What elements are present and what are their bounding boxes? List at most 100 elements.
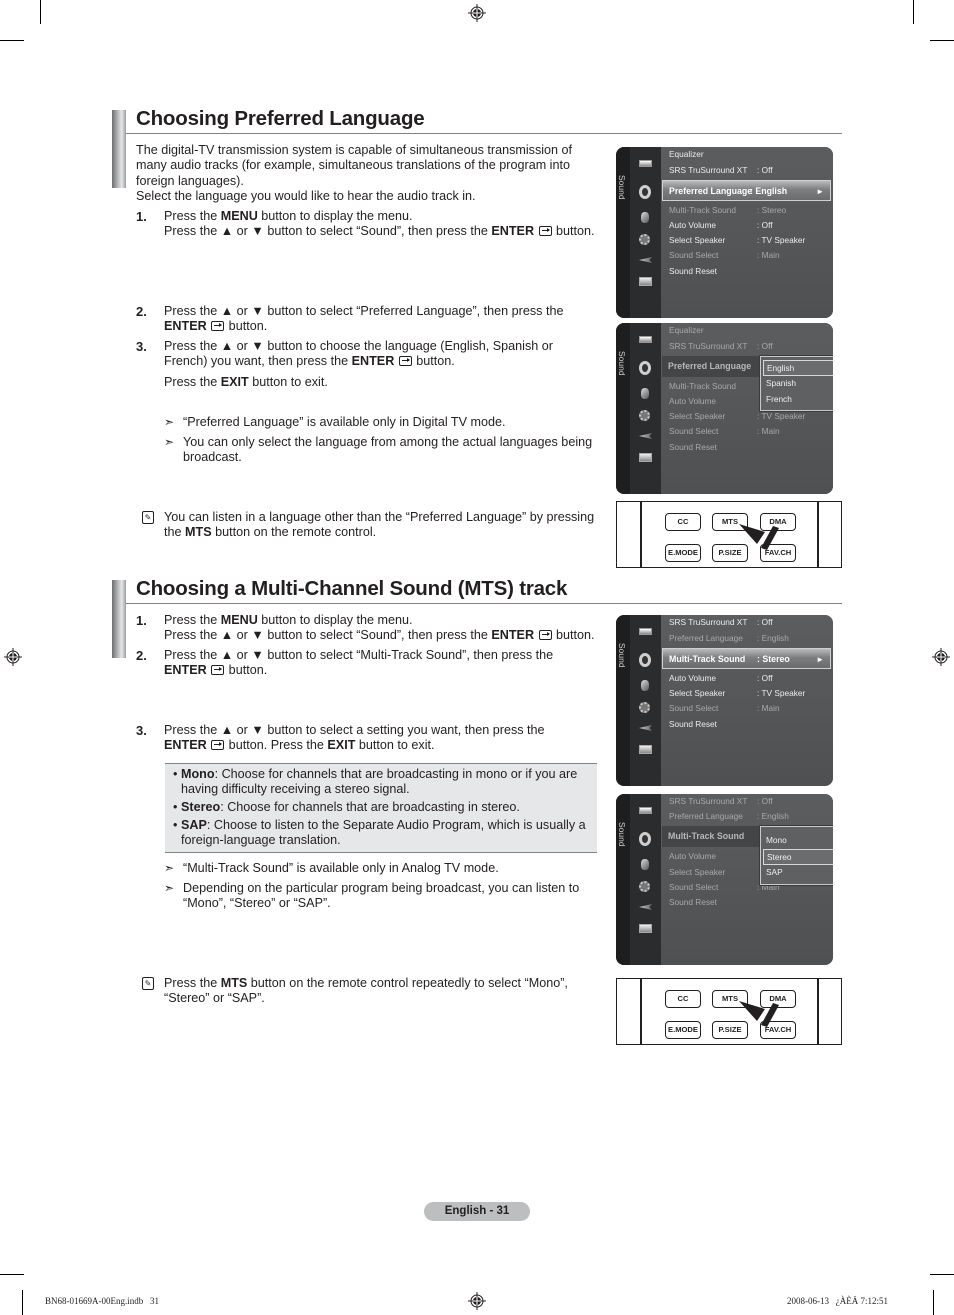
menu-item-select-speaker[interactable]: Select Speaker: TV Speaker bbox=[669, 409, 833, 424]
setup-icon[interactable] bbox=[639, 410, 650, 421]
sound-icon[interactable] bbox=[639, 653, 651, 667]
menu-category-label: Sound bbox=[617, 643, 627, 668]
emode-button[interactable]: E.MODE bbox=[665, 544, 701, 562]
menu-item-srs[interactable]: SRS TruSurround XT: Off bbox=[669, 794, 833, 809]
crop-mark bbox=[933, 1290, 934, 1315]
section-title: Choosing Preferred Language bbox=[136, 107, 425, 130]
menu-item-sound-reset[interactable]: Sound Reset bbox=[669, 895, 833, 910]
remote-control-diagram: CC MTS DMA E.MODE P.SIZE FAV.CH bbox=[616, 501, 842, 568]
sound-icon[interactable] bbox=[639, 185, 651, 199]
option-stereo: • Stereo: Choose for channels that are b… bbox=[173, 800, 520, 814]
pointer-arrow-icon bbox=[739, 1001, 779, 1027]
cc-button[interactable]: CC bbox=[665, 513, 701, 531]
option-mono: • Mono: Choose for channels that are bro… bbox=[173, 767, 578, 797]
channel-icon[interactable] bbox=[641, 680, 649, 691]
menu-item-auto-volume[interactable]: Auto Volume: Off bbox=[669, 671, 833, 686]
menu-item-preferred-language[interactable]: Preferred Language: English ► bbox=[662, 180, 831, 201]
dropdown-option-spanish[interactable]: Spanish bbox=[763, 376, 833, 392]
remote-edge bbox=[817, 979, 819, 1044]
menu-item-equalizer[interactable]: Equalizer bbox=[669, 147, 833, 162]
enter-icon bbox=[538, 226, 552, 237]
tv-menu-screen: Sound SRS TruSurround XT: Off Preferred … bbox=[616, 615, 833, 786]
options-box: • Mono: Choose for channels that are bro… bbox=[165, 763, 597, 853]
setup-icon[interactable] bbox=[639, 234, 650, 245]
memo-note: Press the MTS button on the remote contr… bbox=[164, 976, 568, 1006]
dropdown-option-stereo[interactable]: Stereo bbox=[763, 849, 833, 865]
picture-icon[interactable] bbox=[639, 807, 652, 814]
section-bar bbox=[112, 110, 126, 188]
registration-mark-icon bbox=[468, 1292, 486, 1310]
remote-edge bbox=[817, 502, 819, 567]
menu-item-srs[interactable]: SRS TruSurround XT: Off bbox=[669, 339, 833, 354]
menu-item-sound-reset[interactable]: Sound Reset bbox=[669, 440, 833, 455]
menu-item-srs[interactable]: SRS TruSurround XT: Off bbox=[669, 615, 833, 630]
enter-icon bbox=[211, 321, 225, 332]
language-dropdown[interactable]: English Spanish French bbox=[760, 356, 833, 411]
setup-icon[interactable] bbox=[639, 702, 650, 713]
dropdown-option-sap[interactable]: SAP bbox=[763, 865, 833, 881]
page-number: English - 31 bbox=[424, 1202, 530, 1221]
picture-icon[interactable] bbox=[639, 160, 652, 167]
input-icon[interactable] bbox=[639, 725, 652, 731]
menu-item-srs[interactable]: SRS TruSurround XT: Off bbox=[669, 163, 833, 178]
application-icon[interactable] bbox=[639, 924, 652, 933]
dropdown-option-mono[interactable]: Mono bbox=[763, 833, 833, 849]
tv-menu-screen: Sound Equalizer SRS TruSurround XT: Off … bbox=[616, 323, 833, 494]
dropdown-option-french[interactable]: French bbox=[763, 392, 833, 408]
emode-button[interactable]: E.MODE bbox=[665, 1021, 701, 1039]
intro-text: The digital-TV transmission system is ca… bbox=[136, 143, 573, 188]
crop-mark bbox=[22, 1290, 23, 1315]
menu-side-strip: Sound bbox=[616, 323, 630, 494]
input-icon[interactable] bbox=[639, 257, 652, 263]
enter-icon bbox=[211, 740, 225, 751]
step-number: 3. bbox=[136, 339, 147, 354]
setup-icon[interactable] bbox=[639, 881, 650, 892]
input-icon[interactable] bbox=[639, 904, 652, 910]
crop-mark bbox=[0, 1274, 24, 1275]
registration-mark-icon bbox=[4, 648, 22, 666]
step-2: Press the ▲ or ▼ button to select “Prefe… bbox=[164, 304, 564, 334]
application-icon[interactable] bbox=[639, 745, 652, 754]
sound-icon[interactable] bbox=[639, 832, 651, 846]
step-number: 3. bbox=[136, 723, 147, 738]
menu-category-label: Sound bbox=[617, 351, 627, 376]
cc-button[interactable]: CC bbox=[665, 990, 701, 1008]
picture-icon[interactable] bbox=[639, 336, 652, 343]
menu-side-strip: Sound bbox=[616, 147, 630, 318]
mts-dropdown[interactable]: Mono Stereo SAP bbox=[760, 826, 833, 885]
note: ➣ You can only select the language from … bbox=[164, 435, 593, 465]
menu-item-sound-select[interactable]: Sound Select: Main bbox=[669, 424, 833, 439]
menu-item-sound-reset[interactable]: Sound Reset bbox=[669, 264, 833, 279]
sound-icon[interactable] bbox=[639, 361, 651, 375]
dropdown-option-english[interactable]: English bbox=[763, 360, 833, 376]
section-rule bbox=[126, 603, 842, 604]
menu-item-multi-track[interactable]: Multi-Track Sound: Stereo bbox=[669, 203, 833, 218]
menu-item-select-speaker[interactable]: Select Speaker: TV Speaker bbox=[669, 233, 833, 248]
menu-item-select-speaker[interactable]: Select Speaker: TV Speaker bbox=[669, 686, 833, 701]
picture-icon[interactable] bbox=[639, 628, 652, 635]
note: ➣ “Preferred Language” is available only… bbox=[164, 415, 506, 429]
channel-icon[interactable] bbox=[641, 388, 649, 399]
step-3: Press the ▲ or ▼ button to choose the la… bbox=[164, 339, 553, 389]
crop-mark bbox=[930, 1274, 954, 1275]
arrow-note-icon: ➣ bbox=[164, 881, 175, 895]
menu-item-auto-volume[interactable]: Auto Volume: Off bbox=[669, 218, 833, 233]
menu-item-sound-reset[interactable]: Sound Reset bbox=[669, 717, 833, 732]
channel-icon[interactable] bbox=[641, 859, 649, 870]
memo-icon: ✎ bbox=[142, 511, 154, 524]
channel-icon[interactable] bbox=[641, 212, 649, 223]
menu-item-multi-track[interactable]: Multi-Track Sound: Stereo ► bbox=[662, 648, 831, 669]
application-icon[interactable] bbox=[639, 453, 652, 462]
menu-item-preferred-language[interactable]: Preferred Language: English bbox=[669, 631, 833, 646]
step-number: 1. bbox=[136, 613, 147, 628]
memo-note: You can listen in a language other than … bbox=[164, 510, 595, 540]
menu-item-sound-select[interactable]: Sound Select: Main bbox=[669, 701, 833, 716]
menu-item-equalizer[interactable]: Equalizer bbox=[669, 323, 833, 338]
menu-item-preferred-language[interactable]: Preferred Language: English bbox=[669, 809, 833, 824]
remote-control-diagram: CC MTS DMA E.MODE P.SIZE FAV.CH bbox=[616, 978, 842, 1045]
menu-item-sound-select[interactable]: Sound Select: Main bbox=[669, 248, 833, 263]
arrow-right-icon: ► bbox=[816, 655, 824, 664]
input-icon[interactable] bbox=[639, 433, 652, 439]
application-icon[interactable] bbox=[639, 277, 652, 286]
enter-icon bbox=[538, 630, 552, 641]
